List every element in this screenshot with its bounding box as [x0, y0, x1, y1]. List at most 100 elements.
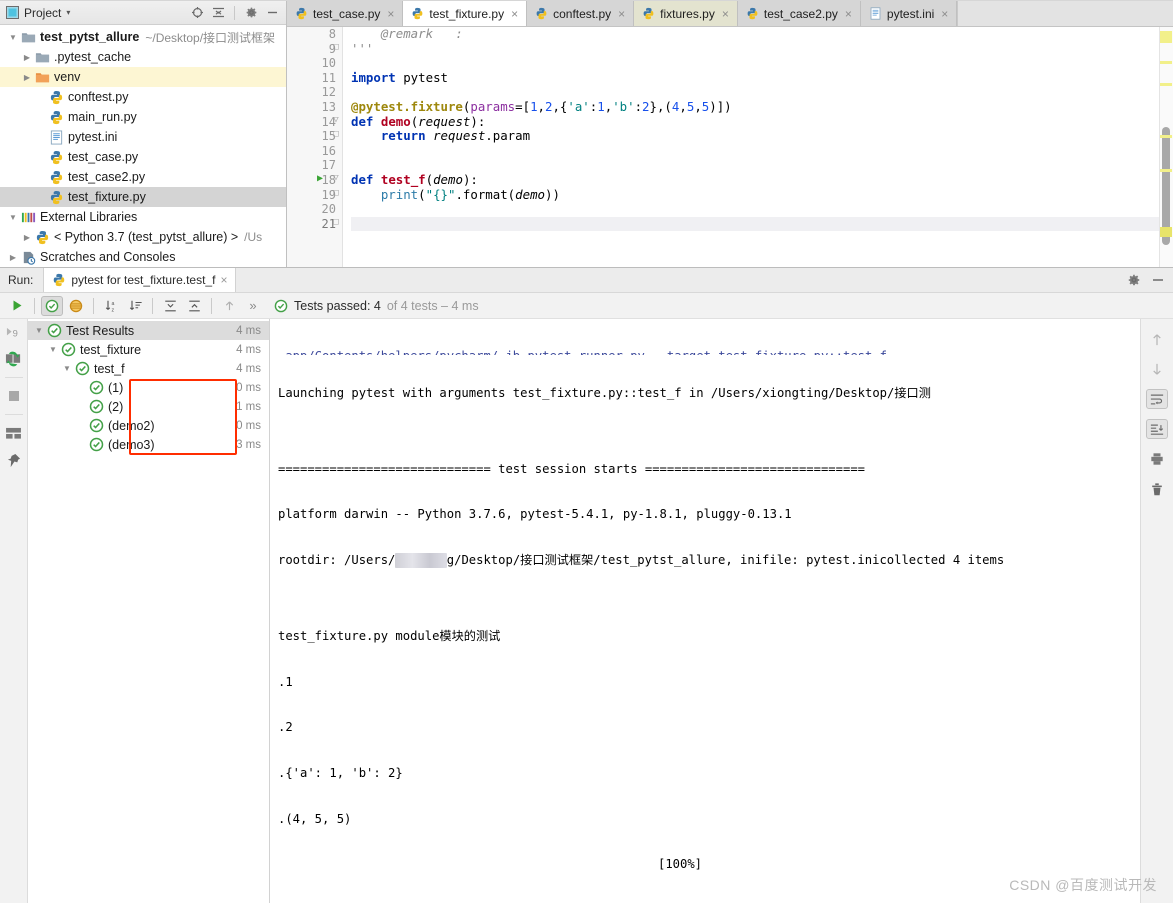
pin-icon[interactable] — [4, 451, 24, 469]
project-tree-item-external-libraries[interactable]: ▼ External Libraries — [0, 207, 286, 227]
chevron-down-icon[interactable]: ▼ — [32, 326, 46, 335]
console-output[interactable]: .app/Contents/helpers/pycharm/_jb_pytest… — [270, 319, 1140, 903]
code-line[interactable]: def test_f(demo): — [351, 172, 1173, 188]
chevron-down-icon[interactable]: ▼ — [46, 345, 60, 354]
test-result-row[interactable]: (demo2) 0 ms — [28, 416, 269, 435]
chevron-right-icon[interactable]: ▶ — [34, 113, 48, 122]
chevron-right-icon[interactable]: ▶ — [20, 73, 34, 82]
close-icon[interactable]: × — [618, 7, 625, 21]
project-panel-title[interactable]: Project — [24, 6, 61, 20]
editor-tab-test-case2-py[interactable]: test_case2.py × — [737, 1, 861, 26]
sort-alphabetically-button[interactable]: az — [100, 296, 122, 316]
run-toolbar[interactable]: az » Tests passed: 4 of 4 tests – 4 ms — [0, 293, 1173, 319]
close-icon[interactable]: × — [220, 273, 227, 287]
down-arrow-icon[interactable] — [1146, 359, 1168, 379]
project-tree-item-python-3-7-test-pytst-allure[interactable]: ▶ < Python 3.7 (test_pytst_allure) > /Us — [0, 227, 286, 247]
chevron-down-icon[interactable]: ▼ — [6, 33, 20, 42]
fold-marker[interactable]: □ — [331, 188, 341, 198]
test-result-row[interactable]: (2) 1 ms — [28, 397, 269, 416]
code-line[interactable] — [351, 85, 1173, 100]
project-tree-item-test-pytst-allure[interactable]: ▼ test_pytst_allure ~/Desktop/接口测试框架 — [0, 27, 286, 47]
chevron-right-icon[interactable]: ▶ — [6, 253, 20, 262]
collapse-all-icon[interactable] — [210, 5, 226, 21]
code-line[interactable] — [351, 216, 1173, 232]
editor-tab-conftest-py[interactable]: conftest.py × — [527, 1, 635, 26]
locate-icon[interactable] — [189, 5, 205, 21]
code-line[interactable]: @pytest.fixture(params=[1,2,{'a':1,'b':2… — [351, 99, 1173, 115]
test-result-row[interactable]: ▼ test_f 4 ms — [28, 359, 269, 378]
minimize-icon[interactable] — [264, 5, 280, 21]
editor-code[interactable]: @remark : ''' import pytest @pytest.fixtu… — [343, 27, 1173, 267]
gear-icon[interactable] — [1125, 271, 1143, 289]
project-tree-item-main-run-py[interactable]: ▶ main_run.py — [0, 107, 286, 127]
scroll-to-end-icon[interactable] — [1146, 419, 1168, 439]
code-line[interactable]: import pytest — [351, 70, 1173, 86]
editor-tab-test-case-py[interactable]: test_case.py × — [287, 1, 404, 26]
chevron-right-icon[interactable]: ▶ — [34, 93, 48, 102]
more-button[interactable]: » — [242, 296, 264, 316]
code-line[interactable]: @remark : — [351, 27, 1173, 42]
test-result-row[interactable]: (demo3) 3 ms — [28, 435, 269, 454]
gear-icon[interactable] — [243, 5, 259, 21]
editor-tabbar[interactable]: test_case.py × test_fixture.py × conftest.py… — [287, 1, 1173, 27]
fold-marker[interactable]: □ — [331, 129, 341, 139]
previous-test-button[interactable] — [218, 296, 240, 316]
layout-icon[interactable] — [4, 424, 24, 442]
up-arrow-icon[interactable] — [1146, 329, 1168, 349]
close-icon[interactable]: × — [387, 7, 394, 21]
run-left-toolbar[interactable]: 9 — [0, 319, 28, 903]
editor-gutter[interactable]: 8 9 □ 10 11 12 13 14 ▽ 15 □ 16 17 18 ▽ ▶ 19 □ 20 21 □ — [287, 27, 343, 267]
soft-wrap-icon[interactable] — [1146, 389, 1168, 409]
close-icon[interactable]: × — [845, 7, 852, 21]
code-line[interactable]: ''' — [351, 41, 1173, 57]
collapse-all-button[interactable] — [183, 296, 205, 316]
project-tree[interactable]: ▼ test_pytst_allure ~/Desktop/接口测试框架 ▶ .pyte… — [0, 25, 286, 267]
chevron-down-icon[interactable]: ▾ — [66, 8, 70, 17]
project-tree-item-test-case-py[interactable]: ▶ test_case.py — [0, 147, 286, 167]
run-configuration-tab[interactable]: pytest for test_fixture.test_f × — [43, 268, 237, 292]
code-line[interactable] — [351, 158, 1173, 173]
rerun-failed-icon[interactable]: 9 — [4, 323, 24, 341]
project-tree-item-pytest-ini[interactable]: ▶ pytest.ini — [0, 127, 286, 147]
fold-marker[interactable]: ▽ — [331, 115, 341, 125]
run-test-gutter-icon[interactable]: ▶ — [317, 173, 323, 184]
rerun-button[interactable] — [6, 296, 28, 316]
minimize-icon[interactable] — [1149, 271, 1167, 289]
test-results-tree[interactable]: ▼ Test Results 4 ms ▼ test_fixture 4 ms ▼ test_… — [28, 319, 270, 903]
expand-all-button[interactable] — [159, 296, 181, 316]
project-tree-item-conftest-py[interactable]: ▶ conftest.py — [0, 87, 286, 107]
project-tree-item-scratches-and-consoles[interactable]: ▶ Scratches and Consoles — [0, 247, 286, 267]
editor-scrollbar[interactable] — [1159, 27, 1173, 267]
project-tree-item-venv[interactable]: ▶ venv — [0, 67, 286, 87]
close-icon[interactable]: × — [511, 7, 518, 21]
editor-tab-test-fixture-py[interactable]: test_fixture.py × — [403, 1, 528, 26]
chevron-down-icon[interactable]: ▼ — [6, 213, 20, 222]
test-result-row[interactable]: (1) 0 ms — [28, 378, 269, 397]
editor-tab-fixtures-py[interactable]: fixtures.py × — [634, 1, 738, 26]
code-line[interactable] — [351, 56, 1173, 71]
fold-marker[interactable]: □ — [331, 217, 341, 227]
stop-icon[interactable] — [4, 387, 24, 405]
test-result-row[interactable]: ▼ Test Results 4 ms — [28, 321, 269, 340]
fold-marker[interactable]: □ — [331, 42, 341, 52]
print-icon[interactable] — [1146, 449, 1168, 469]
test-result-row[interactable]: ▼ test_fixture 4 ms — [28, 340, 269, 359]
console-right-toolbar[interactable] — [1140, 319, 1173, 903]
code-line[interactable] — [351, 202, 1173, 217]
chevron-right-icon[interactable]: ▶ — [34, 173, 48, 182]
chevron-right-icon[interactable]: ▶ — [34, 193, 48, 202]
code-line[interactable] — [351, 144, 1173, 159]
close-icon[interactable]: × — [722, 7, 729, 21]
chevron-right-icon[interactable]: ▶ — [34, 133, 48, 142]
editor-tab-pytest-ini[interactable]: pytest.ini × — [860, 1, 958, 26]
rerun-tests-icon[interactable] — [4, 350, 24, 368]
chevron-right-icon[interactable]: ▶ — [34, 153, 48, 162]
project-tree-item-pytest-cache[interactable]: ▶ .pytest_cache — [0, 47, 286, 67]
toggle-ignored-tests-button[interactable] — [65, 296, 87, 316]
project-tree-item-test-fixture-py[interactable]: ▶ test_fixture.py — [0, 187, 286, 207]
sort-by-duration-button[interactable] — [124, 296, 146, 316]
project-tree-item-test-case2-py[interactable]: ▶ test_case2.py — [0, 167, 286, 187]
fold-marker[interactable]: ▽ — [331, 173, 341, 183]
chevron-right-icon[interactable]: ▶ — [20, 53, 34, 62]
chevron-down-icon[interactable]: ▼ — [60, 364, 74, 373]
